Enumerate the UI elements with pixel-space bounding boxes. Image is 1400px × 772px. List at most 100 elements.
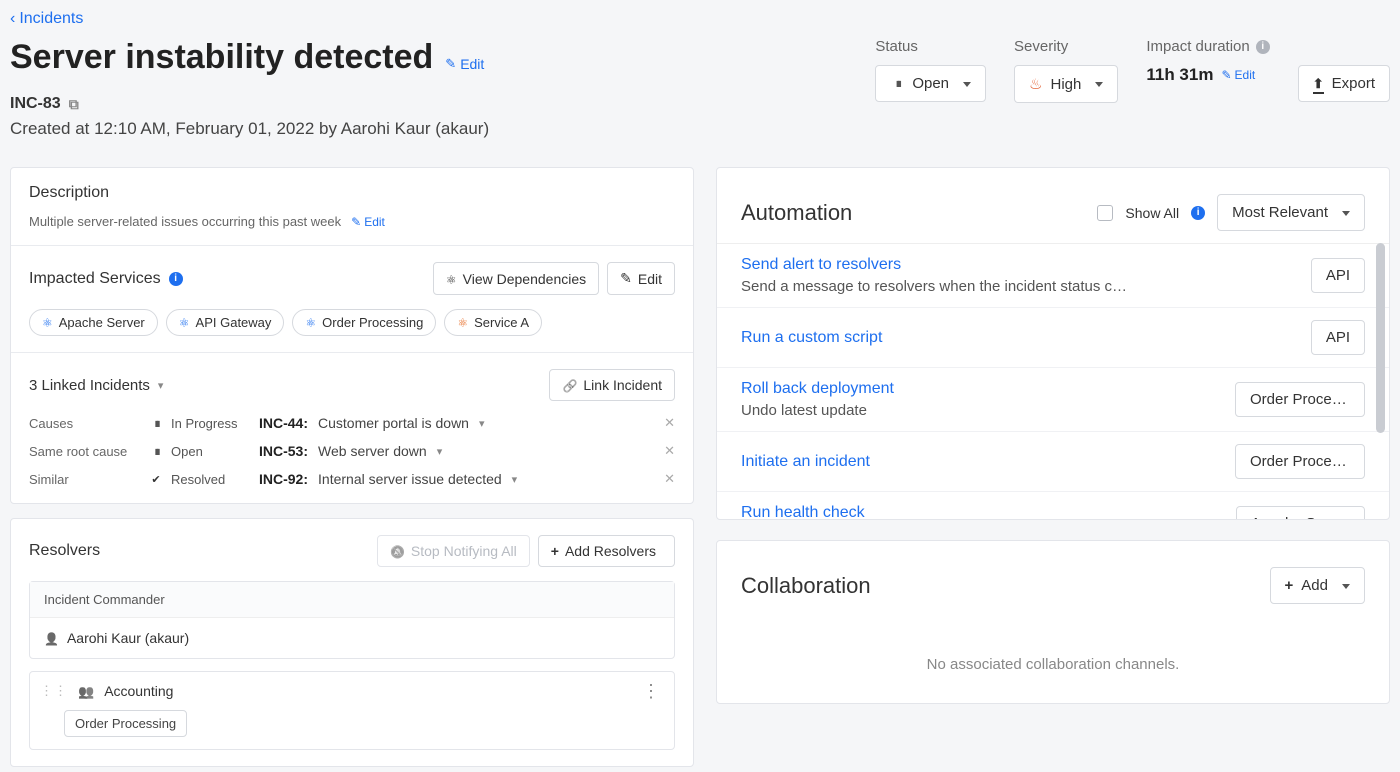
linked-incident-row: CausesIn ProgressINC-44: Customer portal… <box>29 415 675 431</box>
status-dropdown[interactable]: Open <box>875 65 986 102</box>
sort-value: Most Relevant <box>1232 204 1328 221</box>
severity-box: Severity ♨ High <box>1014 38 1118 103</box>
automation-main: Send alert to resolvers Send a message to… <box>741 256 1297 295</box>
impacted-title: Impacted Services <box>29 270 161 288</box>
pause-icon <box>890 79 904 88</box>
export-icon <box>1313 75 1324 92</box>
automation-tag[interactable]: Order Process… <box>1235 382 1365 417</box>
chevron-down-icon[interactable]: ▾ <box>437 445 443 458</box>
chevron-down-icon[interactable]: ▾ <box>479 417 485 430</box>
add-collaboration-button[interactable]: Add <box>1270 567 1365 604</box>
info-icon[interactable]: i <box>1191 206 1205 220</box>
automation-row[interactable]: Send alert to resolvers Send a message to… <box>717 244 1389 308</box>
service-icon <box>42 316 53 330</box>
description-text: Multiple server-related issues occurring… <box>29 214 341 229</box>
automation-title[interactable]: Initiate an incident <box>741 453 1221 471</box>
view-dependencies-button[interactable]: View Dependencies <box>433 262 599 295</box>
pencil-icon <box>445 56 456 72</box>
commander-label: Incident Commander <box>30 582 674 618</box>
edit-impact-link[interactable]: Edit <box>1221 68 1255 82</box>
edit-impact-label: Edit <box>1235 68 1256 82</box>
linked-ref[interactable]: INC-53: <box>259 443 308 459</box>
severity-label: Severity <box>1014 38 1118 55</box>
edit-services-button[interactable]: Edit <box>607 262 675 295</box>
automation-title[interactable]: Roll back deployment <box>741 380 1221 398</box>
automation-tag[interactable]: Order Process… <box>1235 444 1365 479</box>
impact-label: Impact duration <box>1146 38 1249 55</box>
show-all-checkbox[interactable] <box>1097 205 1113 221</box>
automation-sort-dropdown[interactable]: Most Relevant <box>1217 194 1365 231</box>
chevron-down-icon: ▾ <box>158 379 164 392</box>
edit-title-link[interactable]: Edit <box>445 56 484 72</box>
service-chip[interactable]: Apache Server <box>29 309 158 336</box>
created-text: Created at 12:10 AM, February 01, 2022 b… <box>10 119 875 139</box>
service-name: Apache Server <box>59 315 145 330</box>
pencil-icon <box>351 215 361 229</box>
pause-icon <box>149 447 163 456</box>
info-icon[interactable]: i <box>169 272 183 286</box>
edit-description-link[interactable]: Edit <box>351 215 385 229</box>
linked-relation: Causes <box>29 416 139 431</box>
linked-ref[interactable]: INC-44: <box>259 415 308 431</box>
automation-row[interactable]: Initiate an incident Order Process… <box>717 432 1389 492</box>
chevron-down-icon <box>1336 577 1350 594</box>
automation-tag[interactable]: Apache Server <box>1236 506 1365 519</box>
service-chip[interactable]: Order Processing <box>292 309 436 336</box>
automation-card: Automation Show All i Most Relevant Send… <box>716 167 1390 520</box>
collaboration-empty-text: No associated collaboration channels. <box>717 616 1389 703</box>
description-card: Description Multiple server-related issu… <box>10 167 694 504</box>
linked-status-text: Resolved <box>171 472 225 487</box>
export-button[interactable]: Export <box>1298 65 1390 102</box>
edit-description-label: Edit <box>364 215 385 229</box>
linked-status: Open <box>149 444 249 459</box>
chevron-down-icon[interactable]: ▾ <box>512 473 518 486</box>
service-icon <box>457 316 468 330</box>
automation-tag[interactable]: API <box>1311 320 1365 355</box>
automation-row[interactable]: Run a custom script API <box>717 308 1389 368</box>
link-incident-button[interactable]: Link Incident <box>549 369 675 401</box>
unlink-button[interactable]: ✕ <box>664 415 675 431</box>
service-chip[interactable]: Service A <box>444 309 542 336</box>
service-chip[interactable]: API Gateway <box>166 309 285 336</box>
collaboration-title: Collaboration <box>741 573 871 599</box>
edit-title-label: Edit <box>460 56 484 72</box>
plus-icon <box>551 543 559 559</box>
linked-incident-row: SimilarResolvedINC-92: Internal server i… <box>29 471 675 487</box>
team-service-chip[interactable]: Order Processing <box>64 710 187 737</box>
info-icon[interactable]: i <box>1256 40 1270 54</box>
copy-icon[interactable]: ⧉ <box>69 96 79 113</box>
linked-incidents-toggle[interactable]: 3 Linked Incidents ▾ <box>29 377 163 394</box>
resolvers-card: Resolvers Stop Notifying All Add Resolve… <box>10 518 694 767</box>
chevron-down-icon <box>1089 76 1103 93</box>
automation-title[interactable]: Send alert to resolvers <box>741 256 1297 274</box>
flame-icon: ♨ <box>1029 75 1042 93</box>
automation-row[interactable]: Run health checkRun health check on serv… <box>717 492 1389 519</box>
automation-tag[interactable]: API <box>1311 258 1365 293</box>
automation-row[interactable]: Roll back deploymentUndo latest updateOr… <box>717 368 1389 432</box>
severity-dropdown[interactable]: ♨ High <box>1014 65 1118 103</box>
user-icon <box>44 630 59 646</box>
pause-icon <box>149 419 163 428</box>
team-box: ⋮⋮ Accounting ⋮ Order Processing <box>29 671 675 750</box>
link-incident-label: Link Incident <box>583 377 662 393</box>
automation-title[interactable]: Run health check <box>741 504 1222 519</box>
export-box: Export <box>1298 38 1390 102</box>
breadcrumb-link[interactable]: Incidents <box>19 10 83 28</box>
drag-handle-icon[interactable]: ⋮⋮ <box>40 683 68 699</box>
automation-title[interactable]: Run a custom script <box>741 329 1297 347</box>
add-resolvers-button[interactable]: Add Resolvers <box>538 535 675 567</box>
linked-ref[interactable]: INC-92: <box>259 471 308 487</box>
scrollbar[interactable] <box>1376 243 1385 433</box>
team-menu-button[interactable]: ⋮ <box>642 682 660 700</box>
breadcrumb[interactable]: ‹ Incidents <box>10 10 1390 28</box>
automation-main: Initiate an incident <box>741 453 1221 471</box>
automation-sub: Send a message to resolvers when the inc… <box>741 278 1297 295</box>
stop-notifying-label: Stop Notifying All <box>411 543 517 559</box>
unlink-button[interactable]: ✕ <box>664 443 675 459</box>
linked-status: Resolved <box>149 472 249 487</box>
collaboration-card: Collaboration Add No associated collabor… <box>716 540 1390 704</box>
description-title: Description <box>29 184 675 202</box>
incident-id: INC-83 <box>10 95 61 113</box>
unlink-button[interactable]: ✕ <box>664 471 675 487</box>
impact-box: Impact duration i 11h 31m Edit <box>1146 38 1269 85</box>
